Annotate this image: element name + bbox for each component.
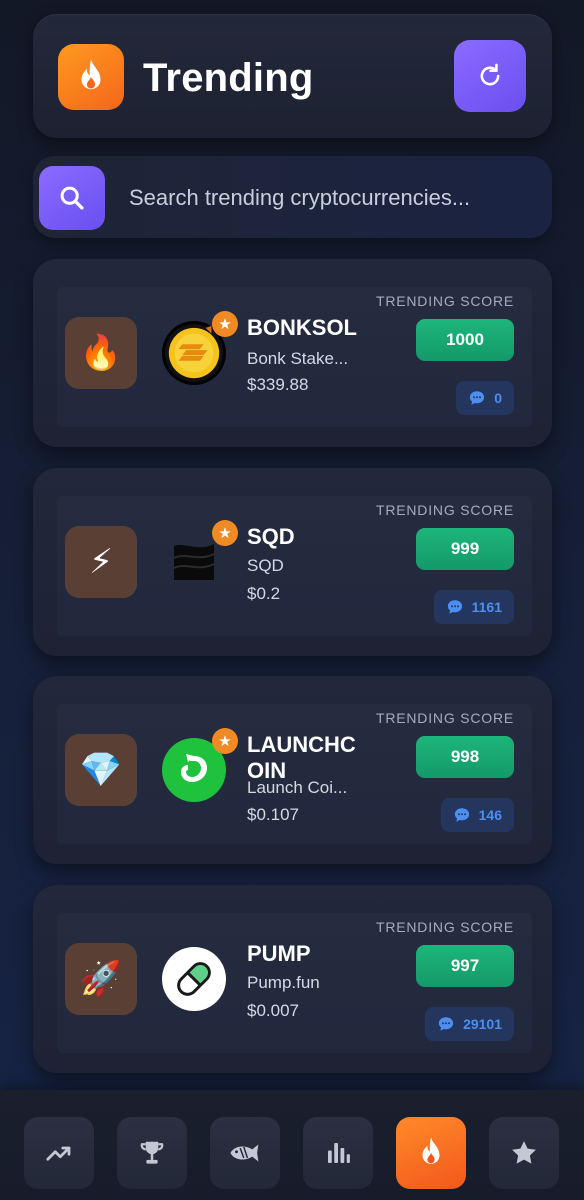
refresh-button[interactable] — [454, 40, 526, 112]
comments-button[interactable]: 146 — [440, 798, 514, 832]
coin-price: $0.107 — [247, 805, 299, 824]
trending-score-value: 998 — [416, 736, 514, 778]
nav-trending-up[interactable] — [24, 1117, 94, 1189]
coin-name: Pump.fun — [247, 973, 320, 992]
search-bar — [33, 156, 552, 238]
coin-price: $339.88 — [247, 375, 309, 394]
trending-score-label: TRENDING SCORE — [376, 919, 514, 935]
coin-symbol: BONKSOL — [247, 315, 357, 340]
coin-card-body: 💎 ★ LAUNCHC OIN Launch Coi... $0.107 TRE… — [57, 704, 532, 844]
chat-bubble-icon — [454, 808, 469, 822]
comments-count: 0 — [494, 390, 502, 406]
search-button[interactable] — [39, 166, 105, 230]
search-icon — [60, 186, 84, 210]
nav-whale[interactable] — [210, 1117, 280, 1189]
coin-card-body: 🔥 ★ BONKSOL Bonk Stake... $339.88 TRENDI… — [57, 287, 532, 427]
nav-favorites[interactable] — [489, 1117, 559, 1189]
chat-bubble-icon — [447, 600, 462, 614]
chat-bubble-icon — [470, 391, 485, 405]
comments-button[interactable]: 1161 — [433, 590, 514, 624]
coin-logo-bonksol: ★ — [162, 311, 238, 385]
search-input[interactable] — [129, 180, 529, 216]
coin-price: $0.2 — [247, 584, 281, 603]
bottom-nav — [0, 1090, 584, 1200]
trending-score-value: 997 — [416, 945, 514, 987]
coin-symbol: PUMP — [247, 941, 311, 966]
fire-icon: 🔥 — [65, 317, 137, 389]
comments-button[interactable]: 0 — [456, 381, 514, 415]
flame-icon — [58, 44, 124, 110]
comments-count: 146 — [478, 807, 502, 823]
chat-bubble-icon — [438, 1017, 454, 1031]
coin-card-pump[interactable]: 🚀 PUMP Pump.fun $0.007 TRENDING SCORE 99… — [33, 885, 552, 1073]
refresh-icon — [480, 63, 500, 86]
coin-card-sqd[interactable]: ⚡ ★ SQD SQD $0.2 TRENDING SCORE 999 1161 — [33, 468, 552, 656]
favorite-star-icon[interactable]: ★ — [212, 728, 238, 754]
nav-stats[interactable] — [303, 1117, 373, 1189]
trending-score-value: 999 — [416, 528, 514, 570]
comments-count: 29101 — [463, 1016, 502, 1032]
trending-up-icon — [46, 1146, 71, 1161]
page-title: Trending — [143, 56, 314, 100]
bar-chart-icon — [328, 1143, 350, 1163]
rocket-icon: 🚀 — [65, 943, 137, 1015]
favorite-star-icon[interactable]: ★ — [212, 520, 238, 546]
trending-score-label: TRENDING SCORE — [376, 293, 514, 309]
comments-count: 1161 — [471, 599, 502, 615]
nav-trending-fire[interactable] — [396, 1117, 466, 1189]
coin-price: $0.007 — [247, 1001, 299, 1020]
trending-score-value: 1000 — [416, 319, 514, 361]
coin-card-body: 🚀 PUMP Pump.fun $0.007 TRENDING SCORE 99… — [57, 913, 532, 1053]
fish-icon — [230, 1144, 259, 1162]
coin-logo-pump — [162, 947, 226, 1011]
coin-symbol: LAUNCHC OIN — [247, 732, 356, 783]
coin-logo-launchcoin: ★ — [162, 728, 238, 802]
diamond-icon: 💎 — [65, 734, 137, 806]
trending-score-label: TRENDING SCORE — [376, 710, 514, 726]
flame-icon — [422, 1137, 440, 1164]
favorite-star-icon[interactable]: ★ — [212, 311, 238, 337]
coin-symbol: SQD — [247, 524, 295, 549]
nav-trophy[interactable] — [117, 1117, 187, 1189]
comments-button[interactable]: 29101 — [425, 1007, 514, 1041]
coin-name: Launch Coi... — [247, 778, 348, 797]
header-panel: Trending — [33, 14, 552, 138]
coin-card-bonksol[interactable]: 🔥 ★ BONKSOL Bonk Stake... $339.88 TRENDI… — [33, 259, 552, 447]
coin-logo-sqd: ★ — [162, 520, 238, 594]
coin-card-body: ⚡ ★ SQD SQD $0.2 TRENDING SCORE 999 1161 — [57, 496, 532, 636]
trending-score-label: TRENDING SCORE — [376, 502, 514, 518]
coin-name: SQD — [247, 556, 284, 575]
coin-card-launchcoin[interactable]: 💎 ★ LAUNCHC OIN Launch Coi... $0.107 TRE… — [33, 676, 552, 864]
lightning-icon: ⚡ — [65, 526, 137, 598]
trophy-icon — [140, 1141, 164, 1164]
star-icon — [512, 1141, 536, 1164]
coin-name: Bonk Stake... — [247, 349, 349, 368]
